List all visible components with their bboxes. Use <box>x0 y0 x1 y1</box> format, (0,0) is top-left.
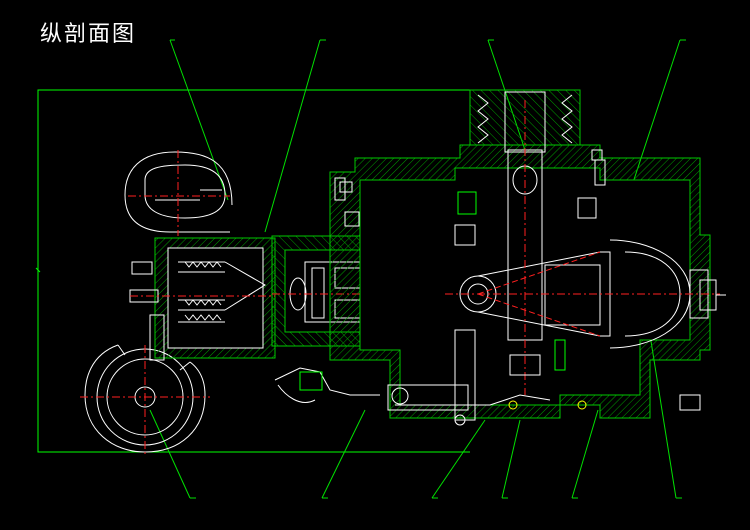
cad-drawing <box>35 39 726 499</box>
valve-head <box>129 237 276 361</box>
drawing-canvas: 纵剖面图 <box>0 0 750 530</box>
lower-filter <box>80 344 210 455</box>
intake-filter <box>124 150 233 236</box>
crankcase <box>329 144 711 419</box>
